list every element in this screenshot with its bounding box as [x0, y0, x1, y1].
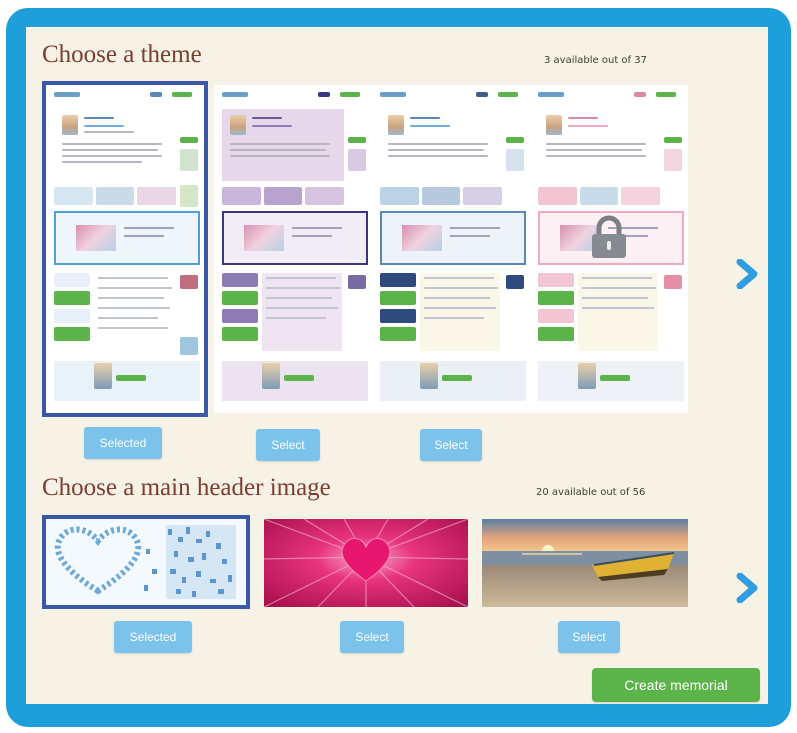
theme-chooser-panel: Choose a theme 3 available out of 37 Sel… — [26, 27, 768, 704]
theme-preview-profile — [538, 109, 660, 181]
theme-preview-nav — [538, 91, 680, 99]
theme-preview-nav — [54, 91, 196, 99]
header-image-2[interactable] — [264, 519, 468, 607]
theme-preview-nav — [380, 91, 522, 99]
lock-icon — [592, 215, 626, 258]
header-image-3[interactable] — [482, 519, 688, 607]
header-image-count: 20 available out of 56 — [536, 487, 646, 498]
theme-preview-profile — [380, 109, 502, 181]
theme-section-title: Choose a theme — [42, 41, 202, 68]
header-image-1[interactable] — [42, 515, 250, 609]
theme-preview-nav — [222, 91, 364, 99]
theme-2-select-button[interactable]: Select — [256, 429, 320, 461]
theme-thumbnail-2[interactable] — [214, 85, 372, 413]
theme-count: 3 available out of 37 — [544, 55, 647, 66]
create-memorial-button[interactable]: Create memorial — [592, 668, 760, 702]
theme-3-select-button[interactable]: Select — [420, 429, 482, 461]
header-image-2-art — [264, 519, 468, 607]
theme-thumbnail-3[interactable] — [372, 85, 530, 413]
header-image-3-art — [482, 519, 688, 607]
header-image-section-title: Choose a main header image — [42, 474, 331, 501]
theme-preview-profile — [222, 109, 344, 181]
theme-thumbnail-4-locked — [530, 85, 688, 413]
header-image-1-art — [46, 519, 246, 605]
chevron-right-icon[interactable] — [734, 573, 760, 603]
theme-1-selected-button[interactable]: Selected — [84, 427, 162, 459]
theme-thumbnail-1[interactable] — [42, 81, 208, 417]
header-image-3-select-button[interactable]: Select — [558, 621, 620, 653]
header-image-1-selected-button[interactable]: Selected — [114, 621, 192, 653]
chevron-right-icon[interactable] — [734, 259, 760, 289]
theme-preview-profile — [54, 109, 176, 181]
header-image-2-select-button[interactable]: Select — [340, 621, 404, 653]
